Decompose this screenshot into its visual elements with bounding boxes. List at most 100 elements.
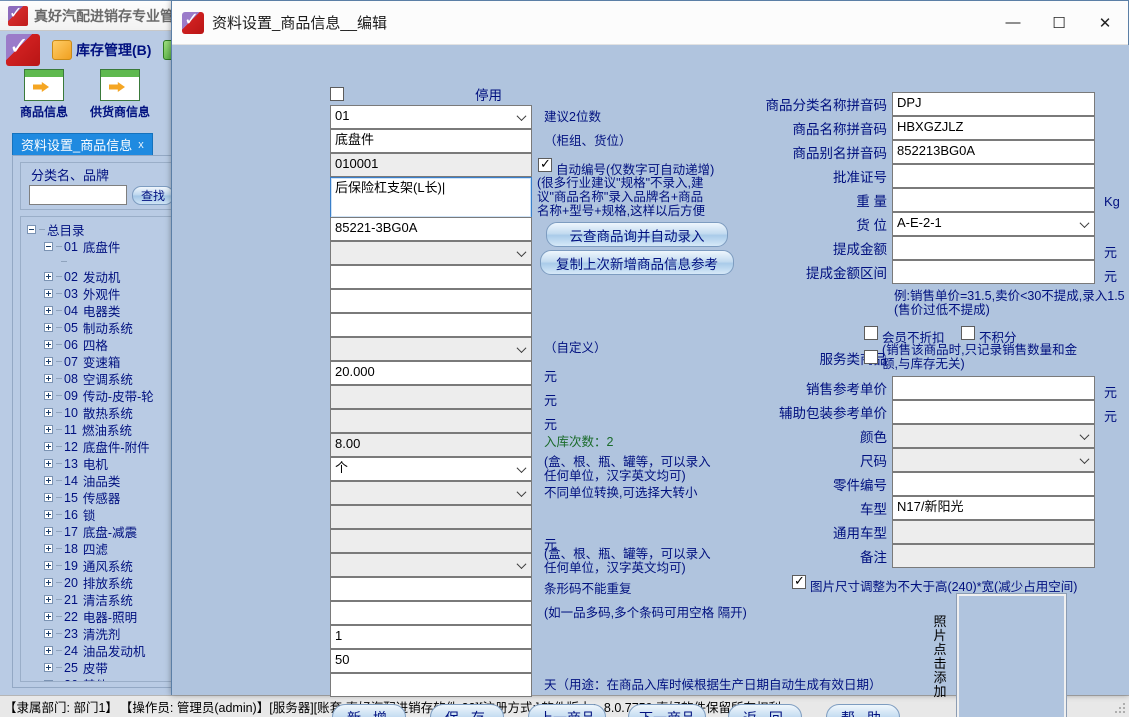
document-tab-product-info[interactable]: 资料设置_商品信息 x <box>12 133 153 155</box>
stock-qty-input[interactable]: 8.00 <box>330 433 532 457</box>
tree-node-09[interactable]: 09 传动-皮带-轮 <box>27 387 179 404</box>
tree-expander-icon[interactable] <box>27 225 36 234</box>
save-button[interactable]: 保 存 <box>430 704 504 717</box>
tree-expander-icon[interactable] <box>44 493 53 502</box>
auto-number-checkbox[interactable] <box>538 156 552 172</box>
tree-node-23[interactable]: 23 清洗剂 <box>27 625 179 642</box>
tree-expander-icon[interactable] <box>44 663 53 672</box>
toolbar-button-product-info[interactable]: 商品信息 <box>10 69 78 120</box>
weight-input[interactable] <box>892 188 1095 212</box>
barcode-input[interactable] <box>330 577 532 601</box>
color-select[interactable] <box>892 424 1095 448</box>
sale-ref-price-input[interactable] <box>892 376 1095 400</box>
model-input[interactable] <box>330 289 532 313</box>
tree-node-root[interactable]: 总目录 <box>27 221 179 238</box>
tree-expander-icon[interactable] <box>44 323 53 332</box>
stock-max-input[interactable]: 50 <box>330 649 532 673</box>
sidebar-search-input[interactable] <box>29 185 127 205</box>
aux-unit-select[interactable] <box>330 553 532 577</box>
category-tree[interactable]: 总目录 01 底盘件 02 发动机 03 外观件 04 电器类 05 制动系统 06 四格 07 变速箱 08… <box>20 216 180 682</box>
toolbar-button-supplier-info[interactable]: 供货商信息 <box>86 69 154 120</box>
alias-pinyin-input[interactable]: 852213BG0A <box>892 140 1095 164</box>
tree-expander-icon[interactable] <box>44 357 53 366</box>
tree-node-12[interactable]: 12 底盘件-附件 <box>27 438 179 455</box>
name-pinyin-input[interactable]: HBXGZJLZ <box>892 116 1095 140</box>
tree-node-14[interactable]: 14 油品类 <box>27 472 179 489</box>
resize-grip[interactable] <box>1113 701 1127 715</box>
tree-node-02[interactable]: 02 发动机 <box>27 268 179 285</box>
tree-expander-icon[interactable] <box>44 408 53 417</box>
category-name-input[interactable]: 底盘件 <box>330 129 532 153</box>
tree-expander-icon[interactable] <box>44 510 53 519</box>
tree-node-07[interactable]: 07 变速箱 <box>27 353 179 370</box>
tree-node-06[interactable]: 06 四格 <box>27 336 179 353</box>
brand-select[interactable] <box>330 241 532 265</box>
tree-expander-icon[interactable] <box>44 561 53 570</box>
close-icon[interactable]: x <box>138 139 144 151</box>
tree-expander-icon[interactable] <box>44 340 53 349</box>
dialog-titlebar[interactable]: 资料设置_商品信息__编辑 — ☐ ✕ <box>172 1 1128 45</box>
product-no-input[interactable]: 010001 <box>330 153 532 177</box>
service-product-checkbox[interactable] <box>864 350 878 364</box>
maximize-button[interactable]: ☐ <box>1036 1 1082 45</box>
copy-last-product-button[interactable]: 复制上次新增商品信息参考 <box>540 250 734 275</box>
aux-unit-qty-input[interactable] <box>330 505 532 529</box>
location-select[interactable]: A-E-2-1 <box>892 212 1095 236</box>
tree-expander-icon[interactable] <box>44 595 53 604</box>
tree-expander-icon[interactable] <box>44 242 53 251</box>
close-button[interactable]: ✕ <box>1082 1 1128 45</box>
approval-no-input[interactable] <box>892 164 1095 188</box>
tree-expander-icon[interactable] <box>44 646 53 655</box>
tree-node-01[interactable]: 01 底盘件 <box>27 238 179 255</box>
stock-min-input[interactable]: 1 <box>330 625 532 649</box>
tree-node-26[interactable]: 26 其他 <box>27 676 179 681</box>
tree-expander-icon[interactable] <box>44 306 53 315</box>
tree-node-05[interactable]: 05 制动系统 <box>27 319 179 336</box>
tree-expander-icon[interactable] <box>44 629 53 638</box>
tree-expander-icon[interactable] <box>44 680 53 681</box>
product-name-input[interactable]: 后保险杠支架(L长)| <box>330 177 532 218</box>
tree-expander-icon[interactable] <box>44 442 53 451</box>
valid-days-input[interactable] <box>330 673 532 697</box>
tree-expander-icon[interactable] <box>44 612 53 621</box>
disable-checkbox[interactable] <box>330 87 344 101</box>
aux-barcode-input[interactable] <box>330 601 532 625</box>
tree-node-13[interactable]: 13 电机 <box>27 455 179 472</box>
tree-node-04[interactable]: 04 电器类 <box>27 302 179 319</box>
tree-expander-icon[interactable] <box>44 459 53 468</box>
member-price-input[interactable] <box>330 385 532 409</box>
tree-expander-icon[interactable] <box>44 578 53 587</box>
help-button[interactable]: 帮 助 <box>826 704 900 717</box>
other-category-select[interactable] <box>330 337 532 361</box>
cloud-query-button[interactable]: 云查商品询并自动录入 <box>546 222 728 247</box>
minimize-button[interactable]: — <box>990 1 1036 45</box>
back-button[interactable]: 返 回 <box>728 704 802 717</box>
spec-input[interactable] <box>330 313 532 337</box>
tree-node-24[interactable]: 24 油品发动机 <box>27 642 179 659</box>
tree-node-15[interactable]: 15 传感器 <box>27 489 179 506</box>
tree-node-19[interactable]: 19 通风系统 <box>27 557 179 574</box>
tree-expander-icon[interactable] <box>44 527 53 536</box>
no-points-checkbox[interactable] <box>961 326 975 340</box>
commission-input[interactable] <box>892 236 1095 260</box>
last-purchase-price-input[interactable] <box>330 409 532 433</box>
cat-pinyin-input[interactable]: DPJ <box>892 92 1095 116</box>
aux-ref-price-input[interactable] <box>892 400 1095 424</box>
photo-frame[interactable] <box>956 593 1067 717</box>
remark-input[interactable] <box>892 544 1095 568</box>
tree-node-25[interactable]: 25 皮带 <box>27 659 179 676</box>
part-no-input[interactable] <box>892 472 1095 496</box>
tree-node-20[interactable]: 20 排放系统 <box>27 574 179 591</box>
aux-unit-price-input[interactable] <box>330 529 532 553</box>
tree-expander-icon[interactable] <box>44 544 53 553</box>
sidebar-search-button[interactable]: 查找 <box>132 185 175 205</box>
car-model-input[interactable]: N17/新阳光 <box>892 496 1095 520</box>
pack-unit-select[interactable]: 个 <box>330 457 532 481</box>
tree-expander-icon[interactable] <box>44 272 53 281</box>
prev-product-button[interactable]: 上一商品 <box>528 704 606 717</box>
tree-expander-icon[interactable] <box>44 391 53 400</box>
menu-item-inventory[interactable]: 库存管理(B) <box>52 40 151 60</box>
next-product-button[interactable]: 下一商品 <box>628 704 706 717</box>
tree-node-10[interactable]: 10 散热系统 <box>27 404 179 421</box>
member-no-discount-checkbox[interactable] <box>864 326 878 340</box>
